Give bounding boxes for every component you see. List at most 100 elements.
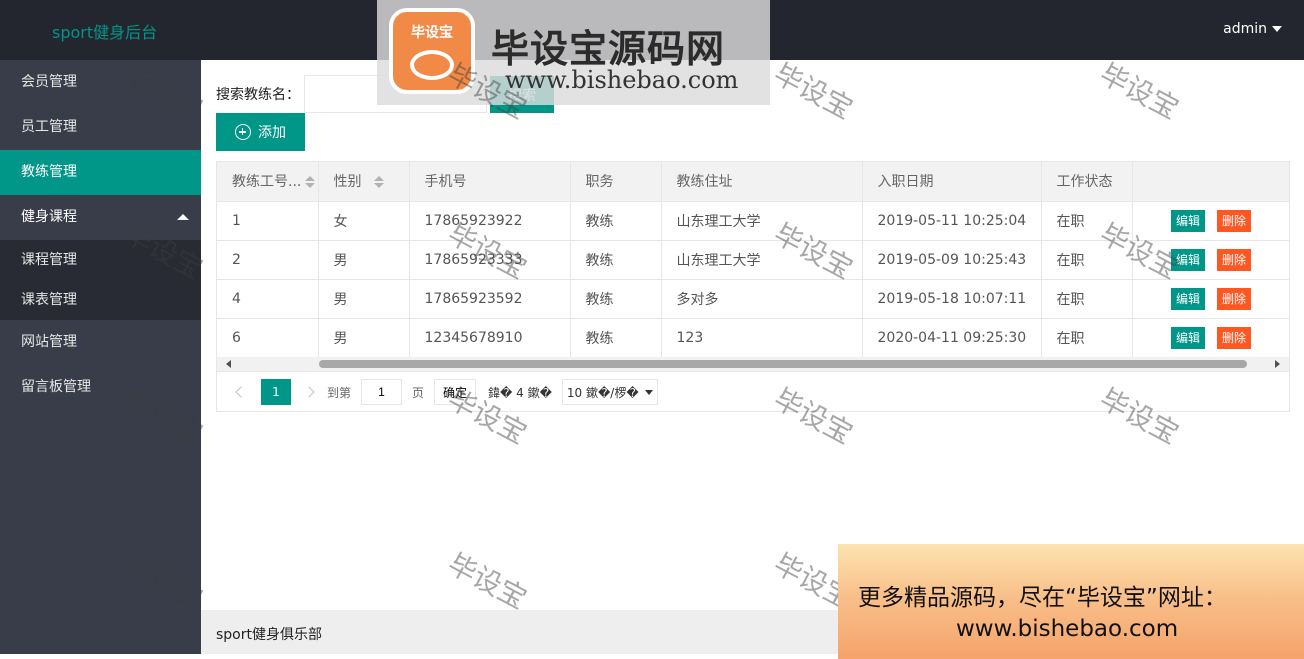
brand-title[interactable]: sport健身后台 [52, 19, 157, 43]
logo-url: www.bishebao.com [505, 66, 739, 94]
col-header-position: 职务 [570, 162, 662, 202]
delete-button[interactable]: 删除 [1217, 209, 1252, 232]
chevron-right-icon[interactable] [303, 386, 315, 398]
cell-actions: 编辑 删除 [1132, 318, 1289, 358]
cell-phone: 12345678910 [409, 318, 571, 358]
sidebar-item-messages[interactable]: 留言板管理 [0, 365, 201, 410]
sidebar-item-website[interactable]: 网站管理 [0, 320, 201, 365]
sidebar-item-label: 网站管理 [21, 334, 77, 350]
col-header-label: 工作状态 [1056, 174, 1113, 191]
promo-banner: 更多精品源码，尽在“毕设宝”网址： www.bishebao.com [838, 544, 1304, 659]
cell-actions: 编辑 删除 [1132, 279, 1289, 319]
user-menu[interactable]: admin [1223, 21, 1282, 37]
cell-status: 在职 [1041, 318, 1133, 358]
cell-hire-date: 2019-05-18 10:07:11 [862, 279, 1042, 319]
col-header-hire-date: 入职日期 [862, 162, 1042, 202]
caret-down-icon [1272, 26, 1282, 32]
page-size-select[interactable]: 10 鏉�/椤� [561, 379, 658, 405]
cell-phone: 17865923922 [409, 201, 571, 241]
cell-hire-date: 2019-05-09 10:25:43 [862, 240, 1042, 280]
caret-up-icon [177, 214, 189, 220]
logo-badge-icon: 毕设宝 [389, 8, 475, 94]
pagination: 1 到第 页 确定 鍏� 4 鏉� 10 鏉�/椤� [217, 371, 1289, 411]
edit-button[interactable]: 编辑 [1170, 248, 1205, 271]
chevron-down-icon [644, 389, 653, 395]
cell-phone: 17865923333 [409, 240, 571, 280]
col-header-address: 教练住址 [661, 162, 863, 202]
sort-icon[interactable] [305, 176, 316, 189]
col-header-label: 教练住址 [676, 174, 733, 191]
sidebar-item-schedule-manage[interactable]: 课表管理 [0, 280, 201, 320]
cell-status: 在职 [1041, 279, 1133, 319]
search-label: 搜索教练名： [216, 87, 300, 103]
goto-label: 到第 [327, 385, 352, 400]
coach-table: 教练工号... 性别 手机号 职务 教练住址 入职日期 工作状态 1 女 178… [216, 161, 1290, 412]
scroll-left-icon[interactable] [226, 360, 231, 368]
sidebar-item-staff[interactable]: 员工管理 [0, 105, 201, 150]
table-header-row: 教练工号... 性别 手机号 职务 教练住址 入职日期 工作状态 [217, 162, 1289, 202]
delete-button[interactable]: 删除 [1217, 326, 1252, 349]
cell-position: 教练 [570, 279, 662, 319]
logo-badge-text: 毕设宝 [411, 25, 453, 41]
cell-position: 教练 [570, 240, 662, 280]
add-button[interactable]: 添加 [216, 113, 305, 151]
delete-button[interactable]: 删除 [1217, 287, 1252, 310]
sidebar: 会员管理 员工管理 教练管理 健身课程 课程管理 课表管理 网站管理 留言板管理 [0, 60, 201, 654]
cell-status: 在职 [1041, 240, 1133, 280]
horizontal-scrollbar[interactable] [217, 357, 1289, 371]
sidebar-item-label: 课程管理 [21, 252, 77, 268]
col-header-label: 教练工号... [232, 174, 302, 191]
col-header-id[interactable]: 教练工号... [217, 162, 319, 202]
sidebar-item-label: 会员管理 [21, 74, 77, 90]
chevron-left-icon[interactable] [235, 386, 247, 398]
logo-title: 毕设宝源码网 [491, 27, 726, 71]
table-row: 6 男 12345678910 教练 123 2020-04-11 09:25:… [217, 318, 1289, 358]
cell-id: 1 [217, 201, 319, 241]
col-header-phone: 手机号 [409, 162, 571, 202]
page-current[interactable]: 1 [261, 379, 291, 405]
sidebar-item-coaches[interactable]: 教练管理 [0, 150, 201, 195]
cell-actions: 编辑 删除 [1132, 201, 1289, 241]
cell-address: 多对多 [661, 279, 863, 319]
sidebar-item-label: 教练管理 [21, 164, 77, 180]
col-header-label: 职务 [585, 174, 614, 191]
scroll-right-icon[interactable] [1275, 360, 1280, 368]
sidebar-item-label: 留言板管理 [21, 379, 91, 395]
edit-button[interactable]: 编辑 [1170, 209, 1205, 232]
cell-address: 山东理工大学 [661, 240, 863, 280]
main-content: 搜索教练名： 搜索 添加 教练工号... 性别 手机号 职务 教练住址 入职日期… [201, 60, 1304, 610]
logo-banner: 毕设宝 毕设宝源码网 www.bishebao.com [377, 0, 770, 105]
sidebar-item-label: 员工管理 [21, 119, 77, 135]
sidebar-item-label: 课表管理 [21, 292, 77, 308]
add-button-label: 添加 [258, 124, 286, 140]
cell-gender: 男 [318, 240, 410, 280]
sort-icon[interactable] [373, 176, 384, 189]
sidebar-item-courses[interactable]: 健身课程 [0, 195, 201, 240]
page-jump-input[interactable] [361, 379, 403, 405]
sidebar-item-course-manage[interactable]: 课程管理 [0, 240, 201, 280]
sidebar-item-label: 健身课程 [21, 209, 77, 225]
edit-button[interactable]: 编辑 [1170, 326, 1205, 349]
col-header-actions [1132, 162, 1289, 202]
col-header-label: 入职日期 [877, 174, 934, 191]
page-confirm-button[interactable]: 确定 [434, 379, 477, 405]
cell-hire-date: 2020-04-11 09:25:30 [862, 318, 1042, 358]
cell-gender: 男 [318, 279, 410, 319]
cell-position: 教练 [570, 201, 662, 241]
table-row: 4 男 17865923592 教练 多对多 2019-05-18 10:07:… [217, 279, 1289, 319]
sidebar-subnav: 课程管理 课表管理 [0, 240, 201, 320]
edit-button[interactable]: 编辑 [1170, 287, 1205, 310]
promo-url: www.bishebao.com [956, 616, 1179, 642]
plus-circle-icon [235, 124, 251, 140]
scrollbar-thumb[interactable] [319, 360, 1247, 368]
delete-button[interactable]: 删除 [1217, 248, 1252, 271]
cell-position: 教练 [570, 318, 662, 358]
footer-text: sport健身俱乐部 [216, 627, 322, 643]
col-header-label: 手机号 [424, 174, 467, 191]
cell-id: 4 [217, 279, 319, 319]
cell-address: 123 [661, 318, 863, 358]
table-row: 2 男 17865923333 教练 山东理工大学 2019-05-09 10:… [217, 240, 1289, 280]
col-header-gender[interactable]: 性别 [318, 162, 410, 202]
cell-id: 6 [217, 318, 319, 358]
sidebar-item-members[interactable]: 会员管理 [0, 60, 201, 105]
